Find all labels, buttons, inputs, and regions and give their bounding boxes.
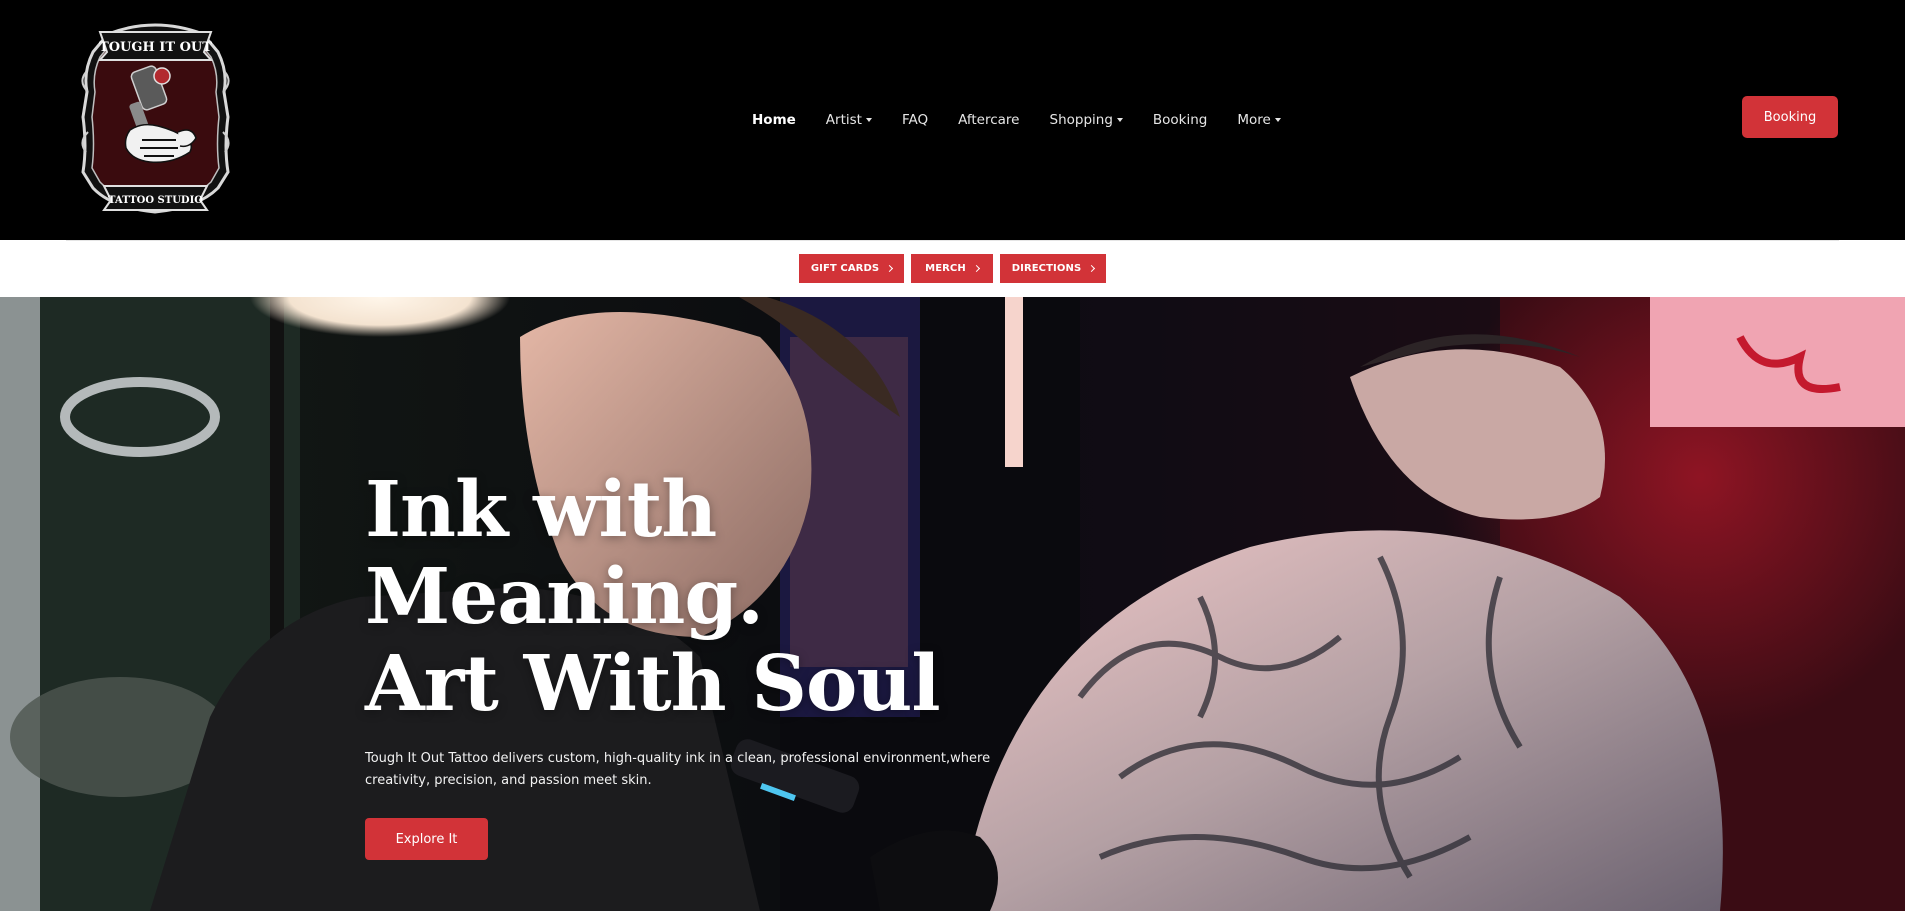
hero-title: Ink with Meaning. Art With Soul <box>365 467 1125 728</box>
chevron-right-icon <box>972 264 980 273</box>
gift-cards-button[interactable]: GIFT CARDS <box>799 254 904 283</box>
directions-button[interactable]: DIRECTIONS <box>1000 254 1106 283</box>
directions-label: DIRECTIONS <box>1011 263 1082 274</box>
merch-label: MERCH <box>925 263 966 274</box>
chevron-right-icon <box>1088 264 1096 273</box>
logo-emblem-icon: TOUGH IT OUT TATTOO STUDIO <box>81 23 230 214</box>
nav-aftercare[interactable]: Aftercare <box>958 112 1019 128</box>
site-header: TOUGH IT OUT TATTOO STUDIO Home Artist F… <box>0 0 1905 240</box>
nav-booking[interactable]: Booking <box>1153 112 1207 128</box>
logo-bottom-text: TATTOO STUDIO <box>108 195 203 206</box>
caret-down-icon <box>1274 118 1281 122</box>
nav-home-label: Home <box>752 112 796 128</box>
nav-booking-label: Booking <box>1152 112 1208 128</box>
nav-aftercare-label: Aftercare <box>958 112 1020 128</box>
hero-content: Ink with Meaning. Art With Soul Tough It… <box>365 467 1125 860</box>
studio-logo[interactable]: TOUGH IT OUT TATTOO STUDIO <box>78 12 233 222</box>
main-nav: Home Artist FAQ Aftercare Shopping Booki… <box>752 109 1281 131</box>
nav-faq[interactable]: FAQ <box>902 112 928 128</box>
hero-description: Tough It Out Tattoo delivers custom, hig… <box>365 751 991 788</box>
nav-faq-label: FAQ <box>901 112 929 128</box>
nav-artist[interactable]: Artist <box>826 112 872 128</box>
nav-artist-label: Artist <box>825 112 862 128</box>
quick-links-bar: GIFT CARDS MERCH DIRECTIONS <box>0 240 1905 297</box>
gift-cards-label: GIFT CARDS <box>810 263 880 274</box>
nav-home[interactable]: Home <box>752 112 796 128</box>
explore-button[interactable]: Explore It <box>365 818 488 860</box>
caret-down-icon <box>865 118 872 122</box>
hero-section: Ink with Meaning. Art With Soul Tough It… <box>0 297 1905 911</box>
hero-title-line-2: Art With Soul <box>365 639 941 729</box>
nav-more-label: More <box>1237 112 1271 128</box>
logo-top-text: TOUGH IT OUT <box>99 40 212 55</box>
hero-title-line-1: Ink with Meaning. <box>365 465 764 642</box>
header-booking-button[interactable]: Booking <box>1742 96 1838 138</box>
nav-shopping[interactable]: Shopping <box>1050 112 1123 128</box>
caret-down-icon <box>1116 118 1123 122</box>
chevron-right-icon <box>886 264 894 273</box>
nav-shopping-label: Shopping <box>1049 112 1113 128</box>
merch-button[interactable]: MERCH <box>911 254 993 283</box>
nav-more[interactable]: More <box>1237 112 1281 128</box>
